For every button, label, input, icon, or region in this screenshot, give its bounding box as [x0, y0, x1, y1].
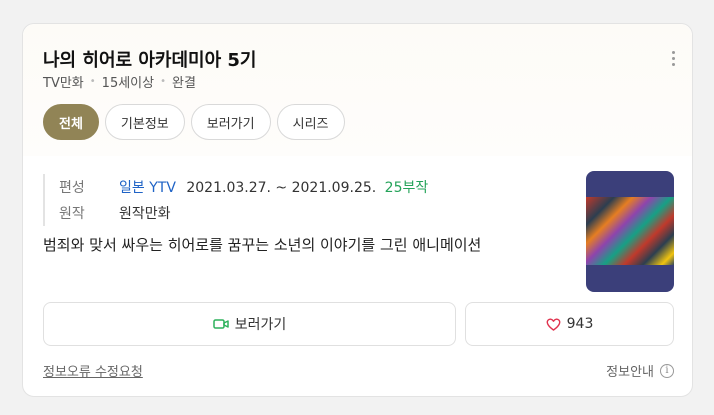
poster-image[interactable]: [586, 171, 674, 292]
info-guide-link[interactable]: 정보안내 i: [606, 361, 674, 380]
episode-count: 25부작: [384, 180, 429, 196]
more-vertical-icon[interactable]: [671, 51, 675, 66]
tab-series[interactable]: 시리즈: [276, 104, 345, 140]
info-rows: 편성 일본 YTV 2021.03.27. ~ 2021.09.25. 25부작…: [43, 174, 543, 226]
watch-button-label: 보러가기: [234, 317, 287, 333]
broadcast-station-link[interactable]: 일본 YTV: [119, 180, 176, 196]
like-button[interactable]: 943: [465, 302, 674, 346]
broadcast-row: 편성 일본 YTV 2021.03.27. ~ 2021.09.25. 25부작: [59, 174, 543, 200]
tab-all[interactable]: 전체: [43, 104, 99, 140]
info-section: 편성 일본 YTV 2021.03.27. ~ 2021.09.25. 25부작…: [43, 174, 543, 255]
origin-label: 원작: [59, 206, 85, 222]
meta-rating: 15세이상: [101, 76, 155, 91]
origin-link[interactable]: 원작만화: [119, 203, 171, 223]
tab-watch[interactable]: 보러가기: [190, 104, 271, 140]
tab-basic-info[interactable]: 기본정보: [104, 104, 185, 140]
separator-dot: •: [89, 76, 96, 87]
broadcast-period: 2021.03.27. ~ 2021.09.25.: [186, 180, 377, 196]
meta-status: 완결: [172, 76, 196, 91]
like-count: 943: [566, 316, 594, 332]
poster-art: [586, 197, 674, 265]
video-camera-icon: [212, 319, 229, 329]
separator-dot: •: [160, 76, 167, 87]
info-icon: i: [660, 363, 674, 378]
heart-icon: [546, 317, 561, 331]
report-error-link[interactable]: 정보오류 수정요청: [43, 361, 143, 380]
meta-category: TV만화: [43, 76, 84, 91]
origin-row: 원작 원작만화: [59, 200, 543, 226]
watch-button[interactable]: 보러가기: [43, 302, 456, 346]
meta-line: TV만화 • 15세이상 • 완결: [43, 72, 196, 91]
description: 범죄와 맞서 싸우는 히어로를 꿈꾸는 소년의 이야기를 그린 애니메이션: [43, 236, 482, 254]
tab-bar: 전체 기본정보 보러가기 시리즈: [43, 104, 345, 140]
info-guide-label: 정보안내: [606, 365, 654, 380]
content-card: 나의 히어로 아카데미아 5기 TV만화 • 15세이상 • 완결 전체 기본정…: [22, 23, 693, 397]
page-title[interactable]: 나의 히어로 아카데미아 5기: [43, 46, 256, 72]
broadcast-label: 편성: [59, 180, 85, 196]
